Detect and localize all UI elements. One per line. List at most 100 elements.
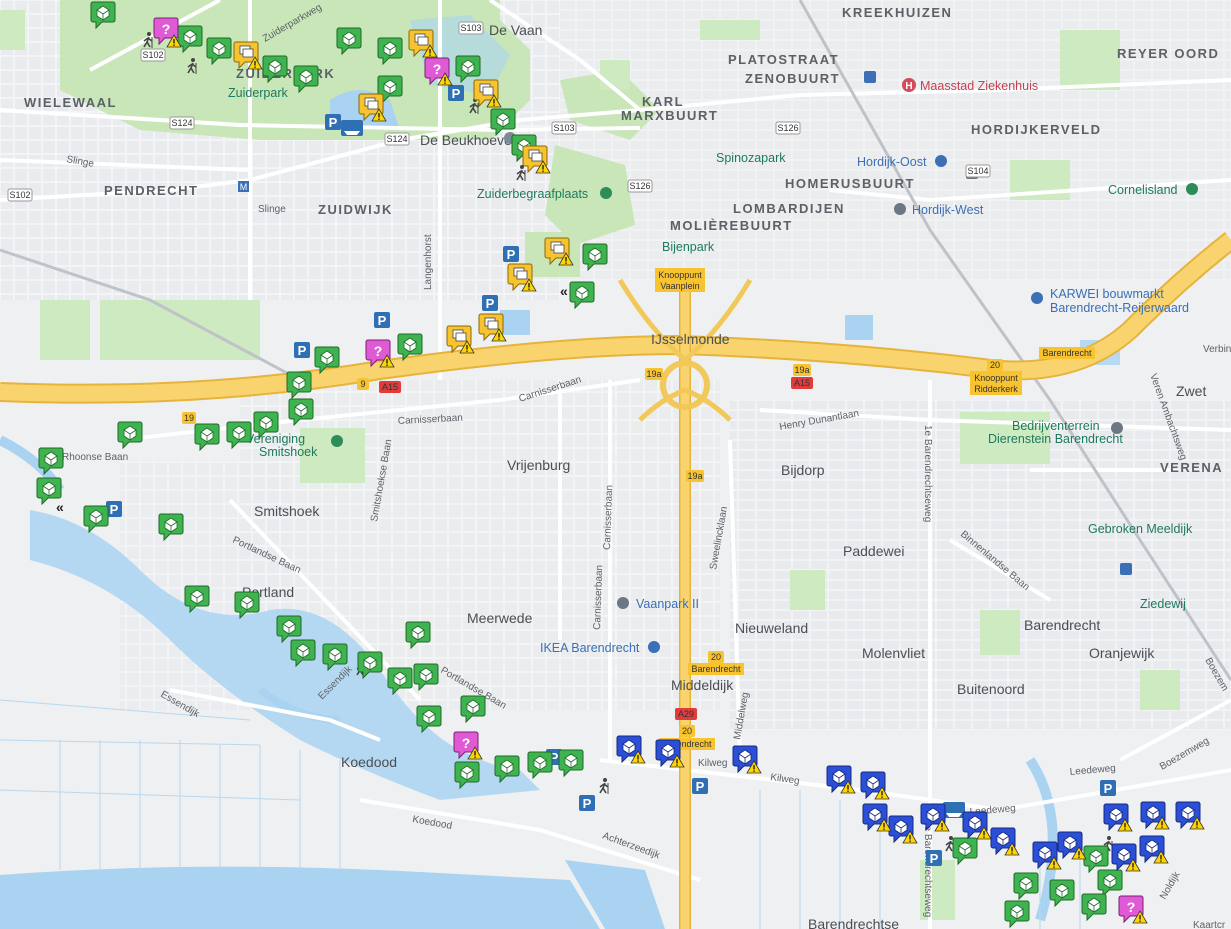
parking-icon (692, 778, 708, 794)
svg-text:Langenhorst: Langenhorst (423, 234, 434, 290)
svg-text:Spinozapark: Spinozapark (716, 151, 786, 165)
svg-text:De Beukhoeve: De Beukhoeve (420, 132, 512, 148)
map-canvas[interactable]: ? P (0, 0, 1231, 929)
svg-text:LOMBARDIJEN: LOMBARDIJEN (733, 201, 845, 216)
svg-text:1e Barendrechtseweg: 1e Barendrechtseweg (922, 820, 933, 917)
route-shield-s103: S103 (551, 121, 577, 135)
exit-shield: 19a (686, 470, 704, 482)
svg-text:Middeldijk: Middeldijk (671, 677, 734, 693)
svg-text:Cornelisland: Cornelisland (1108, 183, 1178, 197)
metro-icon: M (238, 181, 249, 192)
exit-shield: 19 (182, 412, 196, 424)
route-shield-s126: S126 (775, 121, 801, 135)
parking-icon (325, 114, 341, 130)
route-shield-s124: S124 (384, 132, 410, 146)
svg-text:HOMERUSBUURT: HOMERUSBUURT (785, 176, 915, 191)
svg-text:Rhoonse Baan: Rhoonse Baan (62, 452, 128, 463)
svg-text:Slinge: Slinge (258, 204, 286, 215)
svg-text:S104: S104 (967, 166, 988, 176)
route-shield-s103: S103 (458, 21, 484, 35)
svg-text:H: H (905, 81, 912, 92)
svg-text:Paddewei: Paddewei (843, 543, 905, 559)
svg-text:20: 20 (990, 360, 1000, 370)
poi-pin-icon (331, 435, 343, 447)
hospital-icon: H (902, 78, 916, 92)
parking-icon (1100, 780, 1116, 796)
poi-pin-icon (1111, 422, 1123, 434)
route-shield-s126: S126 (627, 179, 653, 193)
svg-text:20: 20 (682, 726, 692, 736)
svg-text:Zuiderbegraafplaats: Zuiderbegraafplaats (477, 187, 588, 201)
svg-text:Barendrecht: Barendrecht (691, 664, 741, 674)
svg-text:Smitshoek: Smitshoek (259, 445, 318, 459)
parking-icon (294, 342, 310, 358)
svg-text:KARL: KARL (642, 94, 684, 109)
svg-text:19a: 19a (794, 365, 809, 375)
junction-ridderkerk: KnooppuntRidderkerk (970, 371, 1022, 395)
svg-text:Barendrecht: Barendrecht (1042, 348, 1092, 358)
parking-icon (926, 850, 942, 866)
svg-text:Ziedewij: Ziedewij (1140, 597, 1186, 611)
svg-text:Verbin: Verbin (1203, 344, 1231, 355)
parking-icon (374, 312, 390, 328)
svg-text:Hordijk-Oost: Hordijk-Oost (857, 155, 927, 169)
svg-text:KREEKHUIZEN: KREEKHUIZEN (842, 5, 952, 20)
svg-text:ZENOBUURT: ZENOBUURT (745, 71, 840, 86)
svg-text:Zwet: Zwet (1176, 383, 1206, 399)
exit-barendrecht: Barendrecht (1039, 347, 1095, 359)
parking-icon (503, 246, 519, 262)
bus-icon (864, 71, 876, 83)
route-shield-a15: A15 (379, 381, 401, 393)
svg-text:HORDIJKERVELD: HORDIJKERVELD (971, 122, 1102, 137)
route-shield-s104: S104 (965, 164, 991, 178)
svg-text:Knooppunt: Knooppunt (974, 373, 1018, 383)
exit-shield: 9 (357, 378, 369, 390)
svg-text:S126: S126 (777, 123, 798, 133)
svg-text:Vaanpark II: Vaanpark II (636, 597, 699, 611)
svg-text:Oranjewijk: Oranjewijk (1089, 645, 1155, 661)
svg-text:Barendrecht: Barendrecht (1024, 617, 1100, 633)
exit-barendrecht: Barendrecht (688, 663, 744, 675)
svg-text:Barendrecht-Reijerwaard: Barendrecht-Reijerwaard (1050, 301, 1189, 315)
poi-pin-icon (1031, 292, 1043, 304)
poi-pin-icon (600, 187, 612, 199)
exit-shield: 19a (793, 364, 811, 376)
boat-icon (341, 120, 363, 136)
svg-text:20: 20 (711, 652, 721, 662)
svg-text:A15: A15 (382, 382, 398, 392)
poi-pin-icon (894, 203, 906, 215)
svg-text:MOLIÈREBUURT: MOLIÈREBUURT (670, 218, 793, 233)
svg-text:MARXBUURT: MARXBUURT (621, 108, 718, 123)
svg-text:19a: 19a (687, 471, 702, 481)
svg-text:VERENA: VERENA (1160, 460, 1223, 475)
svg-text:S102: S102 (9, 190, 30, 200)
svg-text:Knooppunt: Knooppunt (658, 270, 702, 280)
svg-text:Gebroken Meeldijk: Gebroken Meeldijk (1088, 522, 1193, 536)
svg-text:Ridderkerk: Ridderkerk (974, 384, 1018, 394)
svg-text:1e Barendrechtseweg: 1e Barendrechtseweg (922, 425, 933, 522)
svg-text:Zuiderpark: Zuiderpark (228, 86, 288, 100)
svg-text:IJsselmonde: IJsselmonde (651, 331, 730, 347)
svg-text:A15: A15 (794, 378, 810, 388)
svg-text:S124: S124 (386, 134, 407, 144)
svg-text:Nieuweland: Nieuweland (735, 620, 808, 636)
svg-text:S102: S102 (142, 50, 163, 60)
svg-text:Koedood: Koedood (341, 754, 397, 770)
boat-icon (943, 802, 965, 818)
svg-text:Molenvliet: Molenvliet (862, 645, 925, 661)
svg-text:PENDRECHT: PENDRECHT (104, 183, 198, 198)
svg-text:Vereniging: Vereniging (246, 432, 305, 446)
svg-text:WIELEWAAL: WIELEWAAL (24, 95, 117, 110)
exit-shield: 20 (987, 359, 1003, 371)
direction-arrow: « (56, 499, 64, 515)
svg-text:Dierenstein Barendrecht: Dierenstein Barendrecht (988, 432, 1123, 446)
poi-pin-icon (1186, 183, 1198, 195)
svg-text:Meerwede: Meerwede (467, 610, 533, 626)
svg-text:S124: S124 (171, 118, 192, 128)
poi-pin-icon (648, 641, 660, 653)
route-shield-s102: S102 (7, 188, 33, 202)
svg-text:Kaartcr: Kaartcr (1193, 920, 1226, 929)
svg-text:S126: S126 (629, 181, 650, 191)
svg-text:S103: S103 (553, 123, 574, 133)
route-shield-s124: S124 (169, 116, 195, 130)
